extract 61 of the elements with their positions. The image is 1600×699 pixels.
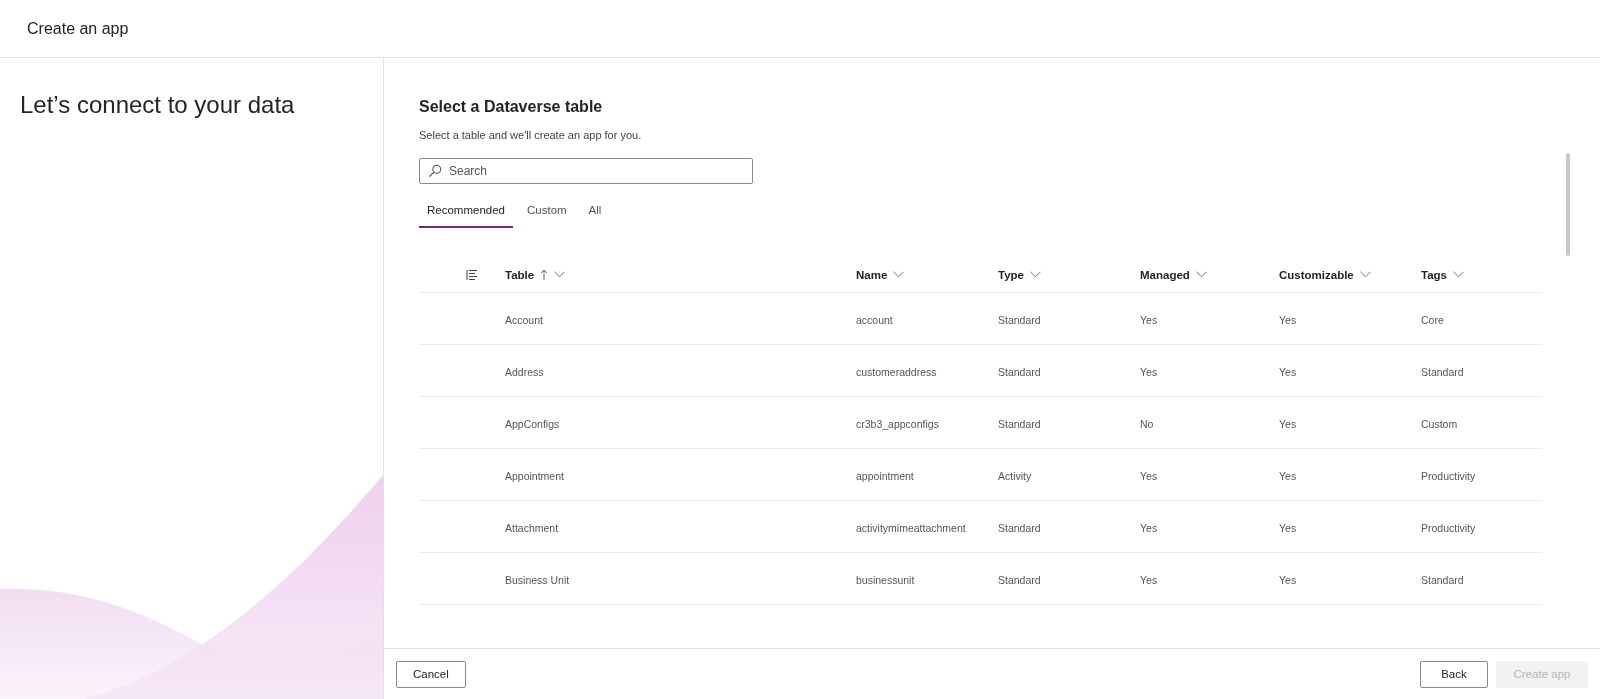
table-cell: Standard bbox=[1421, 573, 1464, 586]
table-cell: appointment bbox=[856, 469, 914, 482]
table-cell: Address bbox=[505, 365, 544, 378]
column-header[interactable]: Name bbox=[856, 268, 905, 281]
table-cell: Activity bbox=[998, 469, 1032, 482]
chevron-down-icon bbox=[554, 271, 566, 278]
table-cell: Yes bbox=[1279, 469, 1297, 482]
section-heading: Select a Dataverse table bbox=[419, 98, 604, 116]
tab[interactable]: Custom bbox=[519, 198, 575, 228]
table-cell: Productivity bbox=[1421, 521, 1476, 534]
table-cell: Standard bbox=[998, 365, 1041, 378]
table-cell: Yes bbox=[1279, 521, 1297, 534]
chevron-down-icon bbox=[1030, 271, 1041, 278]
chevron-down-icon bbox=[1195, 271, 1207, 278]
side-heading: Let’s connect to your data bbox=[20, 91, 296, 119]
description-text: Select a table and we'll create an app for you. bbox=[419, 129, 643, 141]
table-cell: Account bbox=[505, 313, 543, 326]
table-cell: businessunit bbox=[856, 573, 915, 586]
column-header[interactable]: Customizable bbox=[1279, 268, 1371, 281]
table-cell: customeraddress bbox=[856, 365, 937, 378]
table-cell: Standard bbox=[998, 521, 1041, 534]
table-cell: Business Unit bbox=[505, 573, 570, 586]
table-cell: Yes bbox=[1279, 417, 1297, 430]
column-header[interactable]: Tags bbox=[1421, 268, 1464, 281]
search-icon bbox=[428, 164, 442, 178]
table-cell: account bbox=[856, 313, 893, 326]
table-cell: Appointment bbox=[505, 469, 564, 482]
table-cell: Yes bbox=[1140, 521, 1158, 534]
table-cell: Attachment bbox=[505, 521, 559, 534]
table-cell: activitymimeattachment bbox=[856, 521, 966, 534]
table-cell: Yes bbox=[1140, 365, 1158, 378]
footer-button[interactable]: Cancel bbox=[396, 660, 466, 688]
table-cell: Yes bbox=[1140, 469, 1158, 482]
table-cell: AppConfigs bbox=[505, 417, 560, 430]
table-cell: Yes bbox=[1140, 313, 1158, 326]
scrollbar[interactable] bbox=[1566, 153, 1570, 256]
table-cell: No bbox=[1140, 417, 1154, 430]
chevron-down-icon bbox=[1453, 271, 1464, 278]
table-cell: Standard bbox=[998, 573, 1041, 586]
table-cell: Core bbox=[1421, 313, 1444, 326]
table-cell: Custom bbox=[1421, 417, 1458, 430]
search-field[interactable]: Search bbox=[419, 158, 753, 184]
column-header[interactable]: Managed bbox=[1140, 268, 1207, 281]
tab[interactable]: All bbox=[580, 198, 610, 228]
table-cell: Yes bbox=[1140, 573, 1158, 586]
column-header[interactable]: Type bbox=[998, 268, 1041, 281]
column-header[interactable]: Table bbox=[505, 268, 566, 281]
table-cell: cr3b3_appconfigs bbox=[856, 417, 939, 430]
table-cell: Yes bbox=[1279, 573, 1297, 586]
chevron-down-icon bbox=[893, 271, 905, 278]
table-cell: Productivity bbox=[1421, 469, 1476, 482]
table-cell: Standard bbox=[998, 313, 1041, 326]
list-icon[interactable] bbox=[466, 268, 478, 281]
window-title: Create an app bbox=[27, 19, 129, 38]
tab[interactable]: Recommended bbox=[419, 198, 513, 228]
footer-button[interactable]: Back bbox=[1420, 660, 1488, 688]
table-cell: Standard bbox=[1421, 365, 1464, 378]
chevron-down-icon bbox=[1359, 271, 1371, 278]
table-cell: Yes bbox=[1279, 365, 1297, 378]
table-cell: Yes bbox=[1279, 313, 1297, 326]
table-cell: Standard bbox=[998, 417, 1041, 430]
